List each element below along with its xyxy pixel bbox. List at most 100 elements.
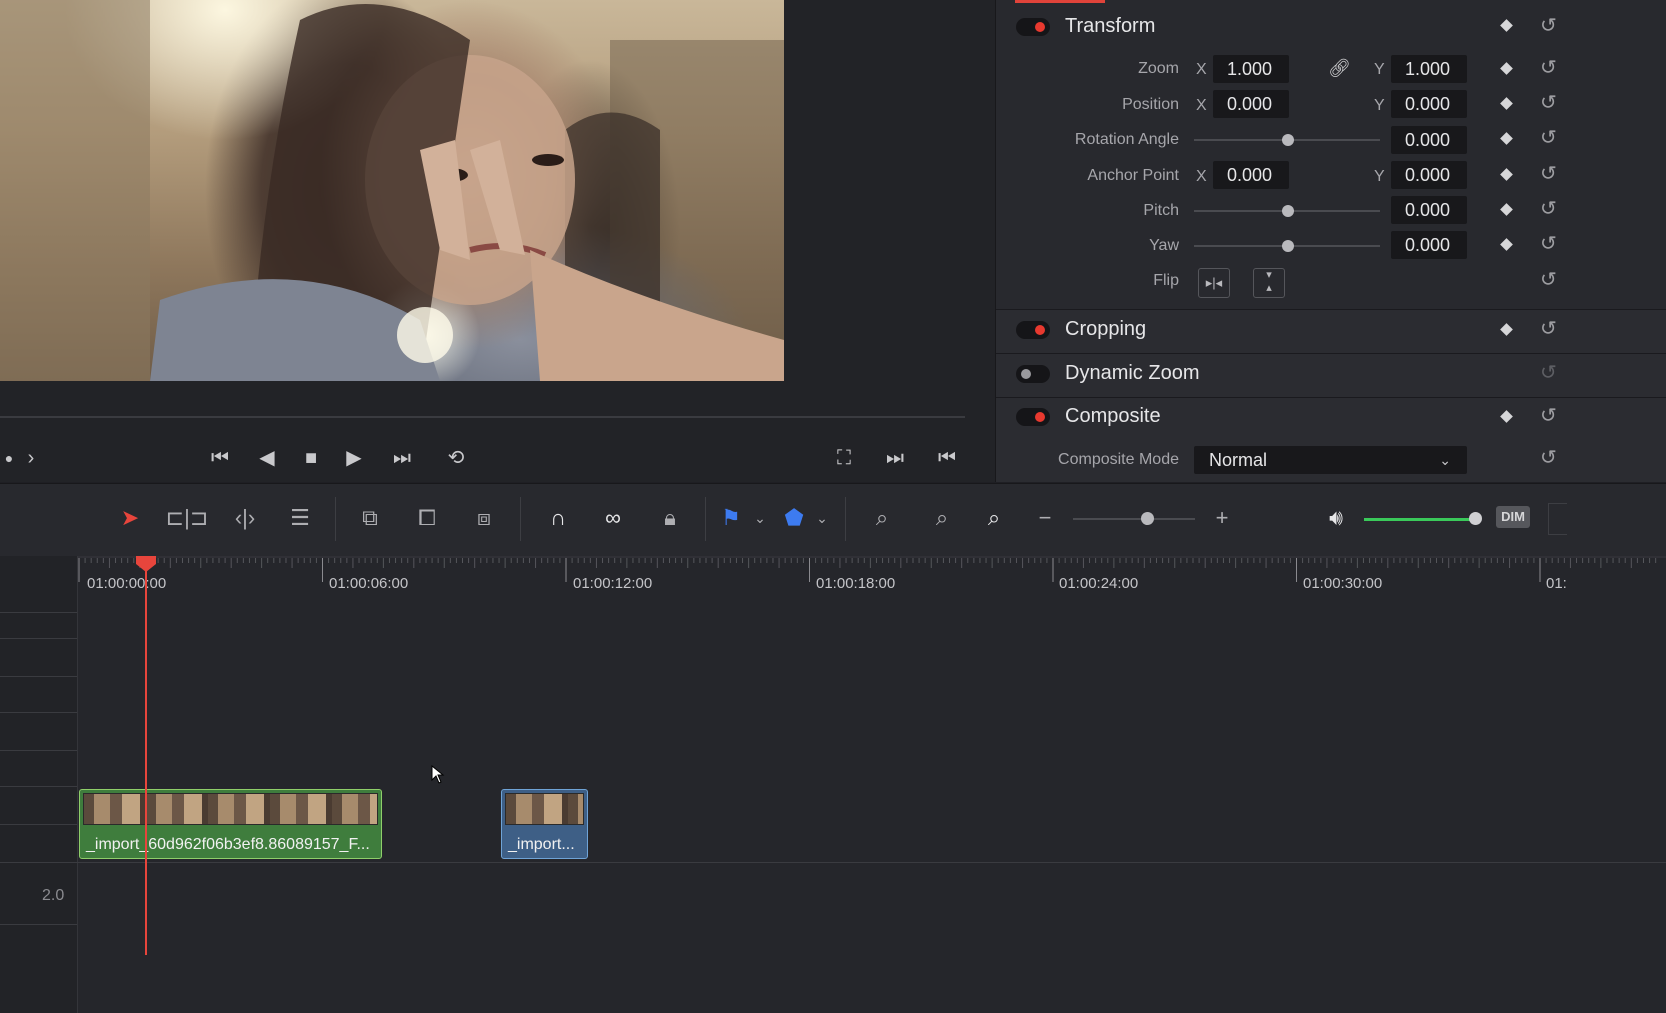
track-divider bbox=[0, 638, 77, 639]
audio-track-channel-label: 2.0 bbox=[42, 887, 65, 904]
zoom-detail-icon[interactable]: ⌕ bbox=[920, 500, 964, 536]
video-clip[interactable]: _import_60d962f06b3ef8.86089157_F... bbox=[79, 789, 382, 859]
play-reverse-icon[interactable]: ◀ bbox=[249, 443, 285, 473]
pitch-field[interactable]: 0.000 bbox=[1391, 196, 1467, 224]
marker-icon[interactable]: ⬟ bbox=[781, 500, 807, 536]
flip-label: Flip bbox=[1153, 272, 1179, 289]
position-reset-icon[interactable]: ↺ bbox=[1540, 93, 1557, 113]
rotation-angle-field[interactable]: 0.000 bbox=[1391, 126, 1467, 154]
timeline-zoom-slider-thumb[interactable] bbox=[1141, 512, 1154, 525]
clip-thumbnails bbox=[505, 793, 584, 825]
position-lock-icon[interactable]: 🔒︎ bbox=[652, 500, 688, 536]
flip-reset-icon[interactable]: ↺ bbox=[1540, 270, 1557, 290]
clip-name: _import... bbox=[508, 836, 575, 853]
zoom-in-icon[interactable]: + bbox=[1212, 500, 1232, 536]
blade-tool-icon[interactable]: ☰ bbox=[280, 500, 320, 536]
position-x-field[interactable]: 0.000 bbox=[1213, 90, 1289, 118]
overwrite-clip-icon[interactable]: ⧠ bbox=[407, 500, 447, 536]
clip-name: _import_60d962f06b3ef8.86089157_F... bbox=[86, 836, 370, 853]
composite-mode-select[interactable]: Normal ⌄ bbox=[1194, 446, 1467, 474]
yaw-field[interactable]: 0.000 bbox=[1391, 231, 1467, 259]
play-icon[interactable]: ▶ bbox=[336, 443, 372, 473]
pitch-reset-icon[interactable]: ↺ bbox=[1540, 199, 1557, 219]
yaw-reset-icon[interactable]: ↺ bbox=[1540, 234, 1557, 254]
mouse-cursor-icon bbox=[431, 765, 445, 784]
flip-horizontal-icon[interactable]: ▸|◂ bbox=[1198, 268, 1230, 298]
anchor-y-field[interactable]: 0.000 bbox=[1391, 161, 1467, 189]
volume-icon[interactable]: 🔊︎ bbox=[1320, 500, 1352, 536]
rotation-slider-thumb[interactable] bbox=[1282, 134, 1294, 146]
playhead-line[interactable] bbox=[145, 560, 147, 955]
video-preview-frame bbox=[0, 0, 784, 381]
timecode-label: 01:00:06:00 bbox=[329, 575, 409, 592]
dynamic-zoom-toggle[interactable] bbox=[1016, 365, 1050, 383]
anchor-x-axis-label: X bbox=[1196, 168, 1207, 185]
timecode-label: 01:00:24:00 bbox=[1059, 575, 1139, 592]
video-clip[interactable]: _import... bbox=[501, 789, 588, 859]
zoom-y-field[interactable]: 1.000 bbox=[1391, 55, 1467, 83]
zoom-x-field[interactable]: 1.000 bbox=[1213, 55, 1289, 83]
jump-to-start-icon[interactable]: ⏮ bbox=[202, 443, 238, 473]
cropping-reset-icon[interactable]: ↺ bbox=[1540, 319, 1557, 339]
jump-to-end-icon[interactable]: ⏭ bbox=[384, 443, 420, 473]
link-icon[interactable]: 🔗︎ bbox=[1328, 58, 1351, 78]
chevron-down-icon: ⌄ bbox=[1439, 452, 1451, 468]
position-x-axis-label: X bbox=[1196, 97, 1207, 114]
track-divider bbox=[0, 750, 77, 751]
yaw-label: Yaw bbox=[1149, 237, 1179, 254]
position-y-field[interactable]: 0.000 bbox=[1391, 90, 1467, 118]
zoom-out-icon[interactable]: − bbox=[1035, 500, 1055, 536]
viewer-scrubber-track[interactable] bbox=[0, 416, 965, 418]
rotation-angle-label: Rotation Angle bbox=[1074, 131, 1179, 148]
volume-slider-thumb[interactable] bbox=[1469, 512, 1482, 525]
next-chevron-icon[interactable]: › bbox=[20, 443, 42, 473]
trim-tool-icon[interactable]: ⊏|⊐ bbox=[165, 500, 209, 536]
anchor-x-field[interactable]: 0.000 bbox=[1213, 161, 1289, 189]
composite-mode-reset-icon[interactable]: ↺ bbox=[1540, 448, 1557, 468]
previous-edit-icon[interactable]: ⏮ bbox=[929, 443, 965, 473]
flag-dropdown-chevron-icon[interactable]: ⌄ bbox=[750, 500, 770, 536]
jog-dot-icon[interactable]: ● bbox=[0, 443, 18, 473]
stop-icon[interactable]: ■ bbox=[293, 443, 329, 473]
timecode-label: 01:00:00:00 bbox=[87, 575, 167, 592]
flip-vertical-icon[interactable]: ▾ ▴ bbox=[1253, 268, 1285, 298]
rotation-reset-icon[interactable]: ↺ bbox=[1540, 128, 1557, 148]
transform-toggle[interactable] bbox=[1016, 18, 1050, 36]
timecode-label: 01:00:30:00 bbox=[1303, 575, 1383, 592]
track-divider bbox=[0, 786, 77, 787]
composite-mode-label: Composite Mode bbox=[1058, 451, 1179, 468]
position-label: Position bbox=[1122, 96, 1179, 113]
match-frame-icon[interactable]: ⛶ bbox=[826, 443, 862, 473]
snapping-icon[interactable]: ∩ bbox=[540, 500, 576, 536]
yaw-slider-thumb[interactable] bbox=[1282, 240, 1294, 252]
marker-dropdown-chevron-icon[interactable]: ⌄ bbox=[812, 500, 832, 536]
cropping-title: Cropping bbox=[1065, 318, 1147, 340]
audio-track-divider bbox=[0, 862, 1666, 863]
replace-clip-icon[interactable]: ⧈ bbox=[462, 500, 506, 536]
zoom-reset-icon[interactable]: ↺ bbox=[1540, 58, 1557, 78]
linked-selection-icon[interactable]: ∞ bbox=[595, 500, 631, 536]
pitch-slider-thumb[interactable] bbox=[1282, 205, 1294, 217]
timecode-label: 01:00:12:00 bbox=[573, 575, 653, 592]
zoom-full-icon[interactable]: ⌕ bbox=[860, 500, 904, 536]
dynamic-trim-icon[interactable]: ‹|› bbox=[223, 500, 267, 536]
transform-reset-icon[interactable]: ↺ bbox=[1540, 16, 1557, 36]
composite-reset-icon[interactable]: ↺ bbox=[1540, 406, 1557, 426]
selection-tool-icon[interactable]: ➤ bbox=[115, 500, 145, 536]
flag-icon[interactable]: ⚑ bbox=[718, 500, 744, 536]
anchor-reset-icon[interactable]: ↺ bbox=[1540, 164, 1557, 184]
loop-icon[interactable]: ⟲ bbox=[438, 443, 474, 473]
zoom-custom-icon[interactable]: ⌕ bbox=[972, 500, 1016, 536]
composite-toggle[interactable] bbox=[1016, 408, 1050, 426]
toolbar-separator bbox=[335, 497, 336, 541]
zoom-y-axis-label: Y bbox=[1374, 61, 1385, 78]
timeline-zoom-slider-track[interactable] bbox=[1073, 518, 1195, 520]
track-headers bbox=[0, 556, 78, 1013]
cropping-toggle[interactable] bbox=[1016, 321, 1050, 339]
next-edit-icon[interactable]: ⏭ bbox=[877, 443, 913, 473]
track-divider bbox=[0, 612, 77, 613]
volume-slider-track[interactable] bbox=[1364, 518, 1476, 521]
insert-clip-icon[interactable]: ⧉ bbox=[350, 500, 390, 536]
dynamic-zoom-reset-icon[interactable]: ↺ bbox=[1540, 363, 1557, 383]
dim-button[interactable]: DIM bbox=[1496, 506, 1530, 528]
